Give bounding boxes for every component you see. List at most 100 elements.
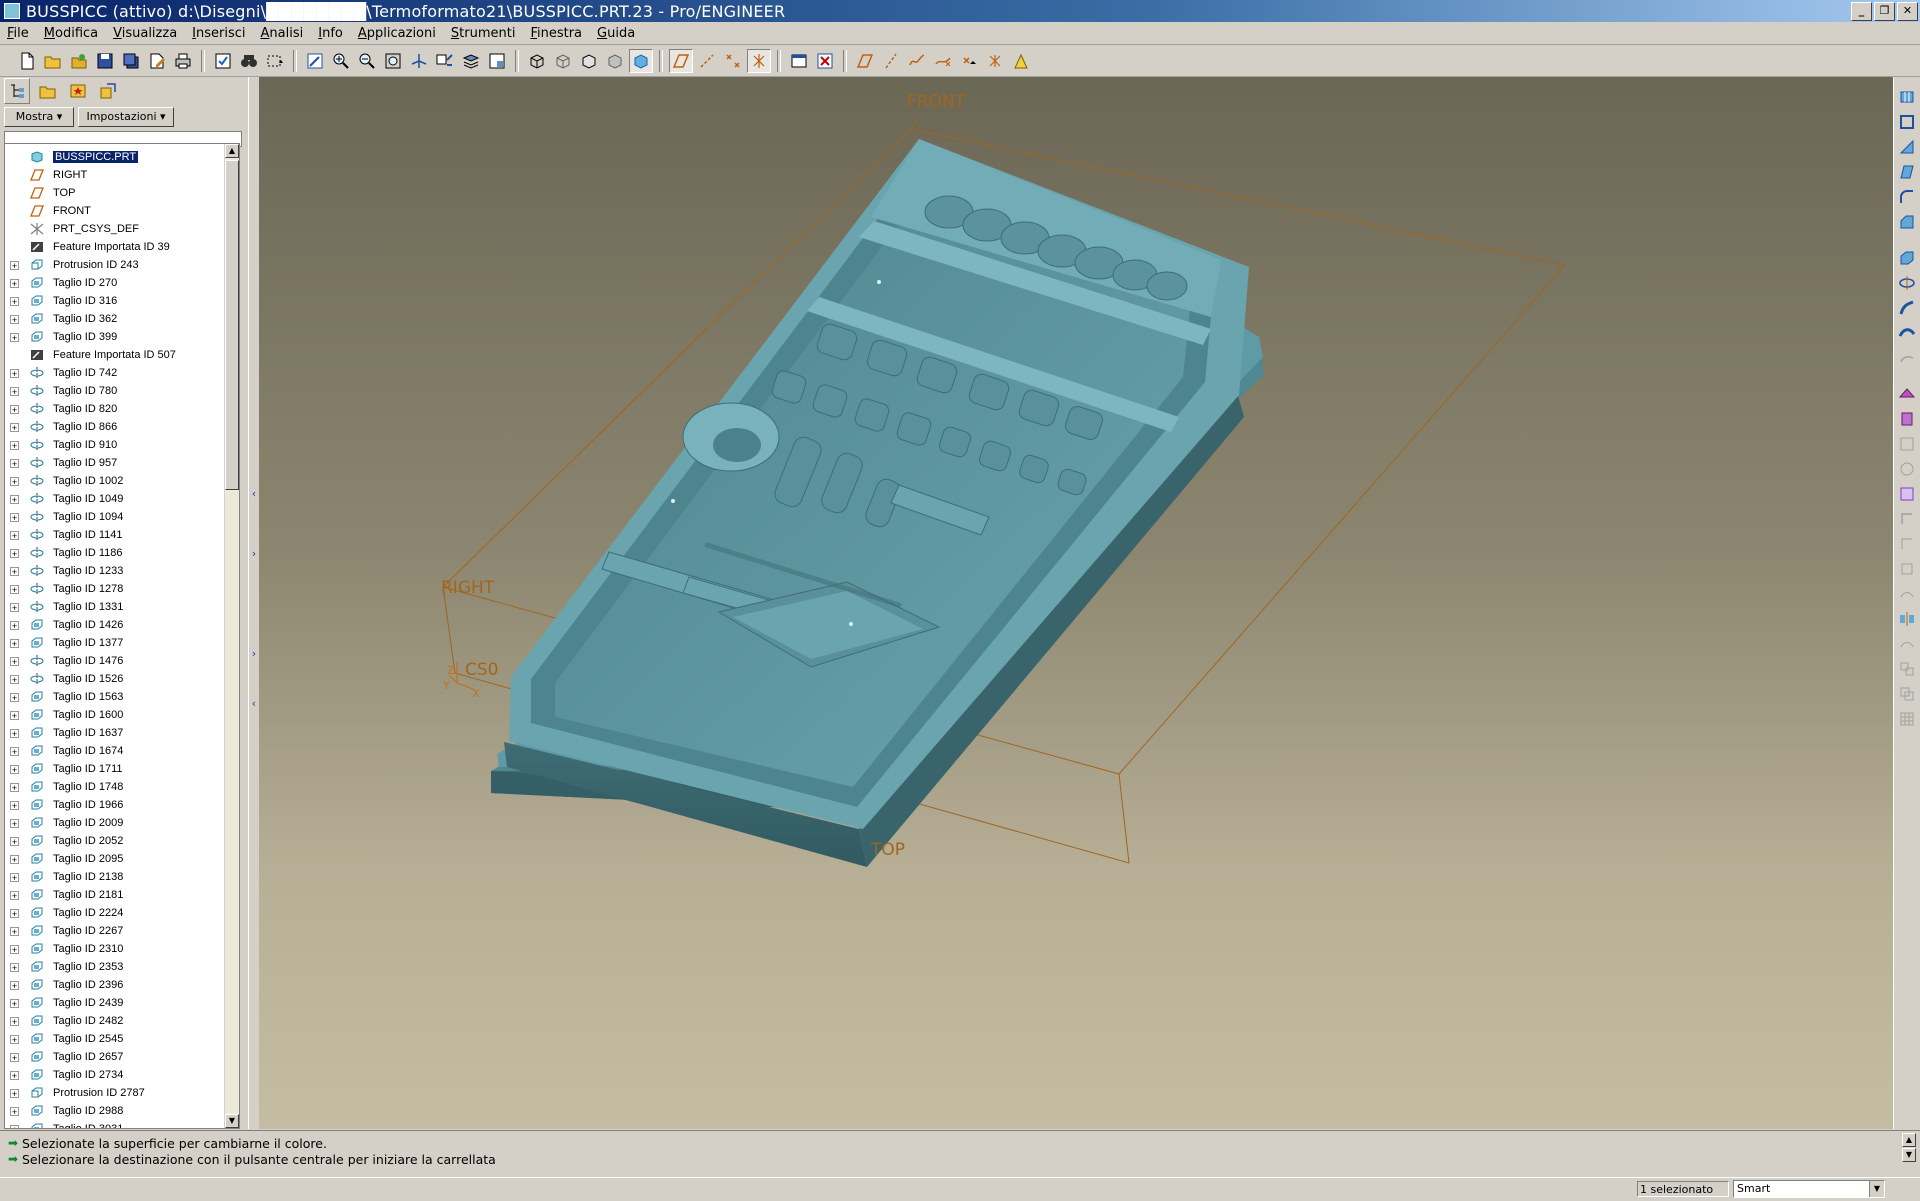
zoom-in-icon[interactable] (329, 49, 353, 73)
open-session-icon[interactable] (67, 49, 91, 73)
tree-item[interactable]: + Taglio ID 2439 (5, 994, 239, 1012)
print-icon[interactable] (171, 49, 195, 73)
tree-item[interactable]: + Taglio ID 1476 (5, 652, 239, 670)
datum-label-right[interactable]: RIGHT (441, 578, 495, 598)
tree-item[interactable]: + Taglio ID 866 (5, 418, 239, 436)
zoom-out-icon[interactable] (355, 49, 379, 73)
expand-icon[interactable]: + (10, 692, 19, 702)
message-scrollbar[interactable]: ▲ ▼ (1902, 1133, 1916, 1175)
tree-item[interactable]: + Taglio ID 2181 (5, 886, 239, 904)
selection-filter-select[interactable]: Smart ▼ (1733, 1180, 1885, 1198)
expand-icon[interactable]: + (10, 980, 19, 990)
tree-item[interactable]: + Taglio ID 1331 (5, 598, 239, 616)
layers-icon[interactable] (459, 49, 483, 73)
expand-icon[interactable]: + (10, 404, 19, 414)
expand-icon[interactable]: + (10, 1088, 19, 1098)
graphics-window[interactable]: FRONT RIGHT TOP CS0 Z Y X (259, 77, 1893, 1129)
tree-item[interactable]: + Protrusion ID 2787 (5, 1084, 239, 1102)
tree-item[interactable]: BUSSPICC.PRT (5, 148, 239, 166)
menu-applicazioni[interactable]: Applicazioni (351, 26, 444, 41)
collapse-left-icon[interactable]: ‹ (250, 487, 258, 500)
expand-icon[interactable]: + (10, 854, 19, 864)
expand-icon[interactable]: + (10, 278, 19, 288)
expand-icon[interactable]: + (10, 314, 19, 324)
thicken-tool-icon[interactable] (1896, 483, 1918, 505)
datum-curve-icon[interactable] (931, 49, 955, 73)
minimize-button[interactable]: _ (1851, 2, 1872, 21)
expand-icon[interactable]: + (10, 1070, 19, 1080)
tree-item[interactable]: + Taglio ID 910 (5, 436, 239, 454)
menu-finestra[interactable]: Finestra (523, 26, 590, 41)
show-dropdown[interactable]: Mostra ▾ (4, 107, 74, 127)
tree-item[interactable]: + Taglio ID 1966 (5, 796, 239, 814)
extrude-tool-icon[interactable] (1896, 247, 1918, 269)
expand-icon[interactable]: + (10, 332, 19, 342)
datum-planes-toggle-icon[interactable] (669, 49, 693, 73)
expand-icon[interactable]: + (10, 602, 19, 612)
tree-item[interactable]: TOP (5, 184, 239, 202)
datum-label-front[interactable]: FRONT (907, 92, 966, 112)
favorites-tab-icon[interactable] (66, 79, 90, 103)
tree-item[interactable]: + Taglio ID 1674 (5, 742, 239, 760)
expand-icon[interactable]: + (10, 296, 19, 306)
expand-icon[interactable]: + (10, 890, 19, 900)
tree-item[interactable]: + Taglio ID 316 (5, 292, 239, 310)
quilt-tool-icon[interactable] (1896, 408, 1918, 430)
scroll-down-icon[interactable]: ▼ (225, 1114, 239, 1128)
view-manager-icon[interactable] (485, 49, 509, 73)
expand-icon[interactable]: + (10, 944, 19, 954)
save-icon[interactable] (93, 49, 117, 73)
tree-item[interactable]: Feature Importata ID 39 (5, 238, 239, 256)
datum-axes-toggle-icon[interactable] (695, 49, 719, 73)
tree-item[interactable]: + Taglio ID 1748 (5, 778, 239, 796)
tree-item[interactable]: + Taglio ID 2353 (5, 958, 239, 976)
tree-scrollbar[interactable]: ▲ ▼ (224, 144, 239, 1128)
expand-icon[interactable]: + (10, 494, 19, 504)
datum-points-toggle-icon[interactable] (721, 49, 745, 73)
scroll-thumb[interactable] (225, 160, 239, 490)
menu-modifica[interactable]: Modifica (37, 26, 106, 41)
datum-plane-tool-icon[interactable] (853, 49, 877, 73)
tree-item[interactable]: + Taglio ID 1526 (5, 670, 239, 688)
tree-item[interactable]: + Taglio ID 2734 (5, 1066, 239, 1084)
expand-icon[interactable]: + (10, 476, 19, 486)
tree-item[interactable]: + Taglio ID 1233 (5, 562, 239, 580)
expand-icon[interactable]: + (10, 908, 19, 918)
close-button[interactable]: ✕ (1897, 2, 1918, 21)
tree-item[interactable]: + Taglio ID 1049 (5, 490, 239, 508)
revolve-tool-icon[interactable] (1896, 272, 1918, 294)
merge-tool-icon[interactable] (1896, 433, 1918, 455)
tree-item[interactable]: + Taglio ID 2224 (5, 904, 239, 922)
edit-icon[interactable] (145, 49, 169, 73)
tree-item[interactable]: PRT_CSYS_DEF (5, 220, 239, 238)
menu-visualizza[interactable]: Visualizza (106, 26, 185, 41)
collapse-left-icon-2[interactable]: ‹ (250, 697, 258, 710)
expand-icon[interactable]: + (10, 998, 19, 1008)
expand-icon[interactable]: + (10, 836, 19, 846)
expand-icon[interactable]: + (10, 1016, 19, 1026)
tree-item[interactable]: + Taglio ID 362 (5, 310, 239, 328)
round-tool-icon[interactable] (1896, 186, 1918, 208)
tree-item[interactable]: + Taglio ID 2988 (5, 1102, 239, 1120)
expand-icon[interactable]: + (10, 368, 19, 378)
reorient-icon[interactable] (407, 49, 431, 73)
repaint-icon[interactable] (303, 49, 327, 73)
expand-icon[interactable]: + (10, 746, 19, 756)
menu-analisi[interactable]: Analisi (254, 26, 312, 41)
expand-icon[interactable]: + (10, 818, 19, 828)
expand-icon[interactable]: + (10, 728, 19, 738)
expand-icon[interactable]: + (10, 782, 19, 792)
blend-tool-icon[interactable] (1896, 322, 1918, 344)
tree-item[interactable]: + Taglio ID 270 (5, 274, 239, 292)
expand-icon[interactable]: + (10, 548, 19, 558)
save-copy-icon[interactable] (119, 49, 143, 73)
select-box-icon[interactable] (263, 49, 287, 73)
menu-file[interactable]: File (0, 26, 37, 41)
tree-item[interactable]: + Taglio ID 2310 (5, 940, 239, 958)
tree-item[interactable]: + Taglio ID 1278 (5, 580, 239, 598)
new-file-icon[interactable] (15, 49, 39, 73)
expand-icon[interactable]: + (10, 872, 19, 882)
tree-item[interactable]: + Protrusion ID 243 (5, 256, 239, 274)
tree-item[interactable]: + Taglio ID 1600 (5, 706, 239, 724)
expand-icon[interactable]: + (10, 440, 19, 450)
